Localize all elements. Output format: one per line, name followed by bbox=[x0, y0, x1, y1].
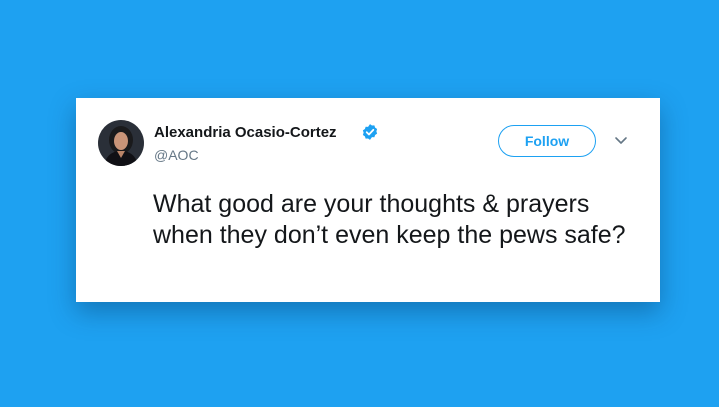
user-handle[interactable]: @AOC bbox=[154, 147, 199, 163]
tweet-text: What good are your thoughts & prayers wh… bbox=[153, 190, 626, 249]
display-name[interactable]: Alexandria Ocasio-Cortez bbox=[154, 124, 337, 141]
follow-button[interactable]: Follow bbox=[498, 125, 596, 157]
tweet-card: Alexandria Ocasio-Cortez @AOC Follow Wha… bbox=[76, 98, 660, 302]
avatar-image bbox=[98, 120, 144, 166]
chevron-down-icon[interactable] bbox=[612, 134, 630, 148]
avatar[interactable] bbox=[98, 120, 144, 166]
verified-badge-icon bbox=[362, 124, 378, 140]
